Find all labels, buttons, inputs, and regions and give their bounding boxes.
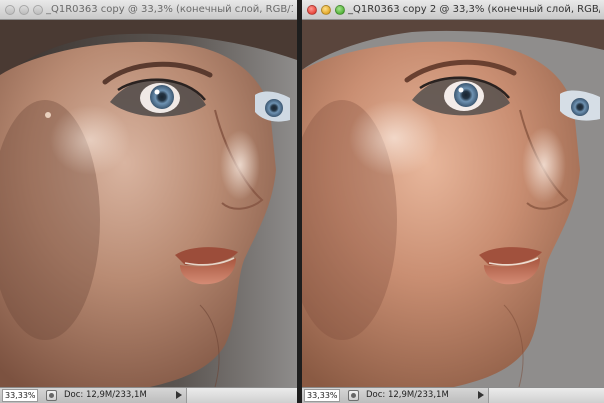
zoom-level-field[interactable]: 33,33% — [2, 389, 38, 402]
status-bar: 33,33% Doc: 12,9M/233,1M — [0, 387, 297, 403]
zoom-level-field[interactable]: 33,33% — [304, 389, 340, 402]
document-window-before[interactable]: _Q1R0363 copy @ 33,3% (конечный слой, RG… — [0, 0, 297, 403]
window-controls — [307, 5, 345, 15]
window-titlebar[interactable]: _Q1R0363 copy @ 33,3% (конечный слой, RG… — [0, 0, 297, 20]
portrait-photo-before — [0, 20, 297, 387]
close-button[interactable] — [307, 5, 317, 15]
horizontal-scrollbar[interactable] — [186, 388, 297, 403]
document-size-info: Doc: 12,9M/233,1M — [64, 390, 147, 400]
status-info-icon[interactable] — [46, 390, 57, 401]
status-menu-arrow-icon[interactable] — [176, 391, 182, 399]
document-canvas[interactable] — [302, 20, 604, 387]
minimize-button[interactable] — [321, 5, 331, 15]
close-button[interactable] — [5, 5, 15, 15]
document-size-info: Doc: 12,9M/233,1M — [366, 390, 449, 400]
zoom-button[interactable] — [335, 5, 345, 15]
document-window-after[interactable]: _Q1R0363 copy 2 @ 33,3% (конечный слой, … — [302, 0, 604, 403]
window-controls — [5, 5, 43, 15]
status-info-icon[interactable] — [348, 390, 359, 401]
minimize-button[interactable] — [19, 5, 29, 15]
document-canvas[interactable] — [0, 20, 297, 387]
status-menu-arrow-icon[interactable] — [478, 391, 484, 399]
window-title: _Q1R0363 copy @ 33,3% (конечный слой, RG… — [46, 4, 293, 15]
zoom-button[interactable] — [33, 5, 43, 15]
window-titlebar[interactable]: _Q1R0363 copy 2 @ 33,3% (конечный слой, … — [302, 0, 604, 20]
portrait-photo-after — [302, 20, 604, 387]
window-title: _Q1R0363 copy 2 @ 33,3% (конечный слой, … — [348, 4, 600, 15]
horizontal-scrollbar[interactable] — [488, 388, 604, 403]
status-bar: 33,33% Doc: 12,9M/233,1M — [302, 387, 604, 403]
